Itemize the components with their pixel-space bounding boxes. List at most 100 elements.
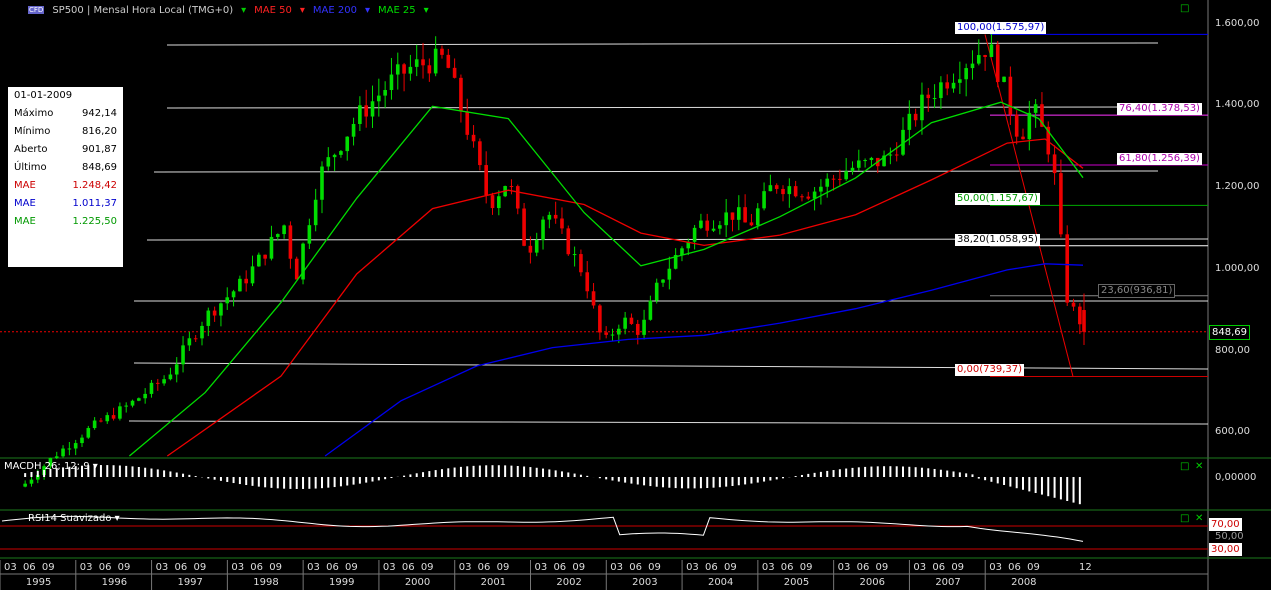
candle xyxy=(825,173,830,198)
candle xyxy=(1052,145,1057,185)
candle xyxy=(130,399,135,408)
quarter-label: 09 xyxy=(269,562,282,573)
candle xyxy=(793,180,798,198)
candle xyxy=(326,147,331,171)
candle-body xyxy=(206,310,211,326)
candle xyxy=(497,190,501,216)
candle-body xyxy=(1027,112,1032,140)
candle-body xyxy=(73,443,78,449)
maximize-icon[interactable]: □ xyxy=(1180,461,1189,472)
quarter-label: 06 xyxy=(250,562,264,573)
mae200-line[interactable] xyxy=(324,263,1084,457)
stock-chart[interactable] xyxy=(0,0,1271,590)
candle-body xyxy=(282,225,286,235)
mae50-line[interactable] xyxy=(166,138,1084,457)
chevron-down-icon[interactable]: ▾ xyxy=(241,5,246,16)
quarter-label: 09 xyxy=(420,562,434,573)
mae25-line[interactable] xyxy=(128,101,1084,457)
macd-panel-title[interactable]: MACDH 26; 12; 9 ▾ xyxy=(4,461,98,472)
rsi-panel-title[interactable]: RSI14 Suavizado ▾ xyxy=(28,513,120,524)
candle xyxy=(737,195,741,231)
candle-body xyxy=(958,79,962,83)
candle xyxy=(408,54,413,81)
candle xyxy=(1033,98,1038,128)
chevron-down-icon[interactable]: ▾ xyxy=(300,5,305,16)
infobox-row: Último 848,69 xyxy=(8,159,123,177)
infobox-value: 816,20 xyxy=(82,126,117,137)
candle xyxy=(951,73,956,93)
candle-body xyxy=(92,420,97,429)
legend-mae50[interactable]: MAE 50 xyxy=(254,5,292,16)
trend-line[interactable] xyxy=(128,420,1209,425)
candle xyxy=(857,149,861,171)
close-icon[interactable]: ✕ xyxy=(1195,461,1203,472)
trend-line[interactable] xyxy=(166,42,1159,46)
quarter-label: 06 xyxy=(629,562,642,573)
quarter-label: 06 xyxy=(22,562,36,573)
fib-label[interactable]: 38,20(1.058,95) xyxy=(955,233,1040,246)
fib-label[interactable]: 23,60(936,81) xyxy=(1098,283,1176,298)
candle-body xyxy=(86,428,91,438)
candle xyxy=(478,138,482,171)
candle-body xyxy=(155,382,160,384)
quarter-label: 09 xyxy=(193,562,207,573)
legend-mae25[interactable]: MAE 25 xyxy=(378,5,416,16)
candle-body xyxy=(465,111,470,135)
quarter-label: 03 xyxy=(610,562,624,573)
candle xyxy=(939,76,943,110)
candle-body xyxy=(585,272,590,292)
candle xyxy=(307,218,312,250)
candle-body xyxy=(452,67,457,78)
candle xyxy=(143,388,147,404)
quarter-label: 06 xyxy=(932,562,946,573)
candle-body xyxy=(187,338,192,346)
candle xyxy=(124,402,129,413)
candle-body xyxy=(244,278,248,284)
year-label: 2003 xyxy=(632,577,658,588)
candle xyxy=(187,331,192,351)
legend-mae200[interactable]: MAE 200 xyxy=(313,5,357,16)
candle-body xyxy=(1082,310,1086,332)
candle xyxy=(440,45,444,59)
candle-body xyxy=(970,63,975,69)
fib-label[interactable]: 0,00(739,37) xyxy=(955,364,1025,377)
candle xyxy=(1065,225,1070,306)
candle xyxy=(364,89,368,128)
fib-label[interactable]: 76,40(1.378,53) xyxy=(1117,103,1202,116)
infobox-row: Aberto 901,87 xyxy=(8,141,123,159)
candle-body xyxy=(768,185,773,192)
candle xyxy=(1014,110,1019,145)
symbol-icon: CFD xyxy=(28,6,45,14)
trend-line[interactable] xyxy=(133,362,1209,370)
fib-label[interactable]: 100,00(1.575,97) xyxy=(955,22,1047,35)
year-label: 2004 xyxy=(707,577,734,588)
year-label: 2008 xyxy=(1011,577,1037,588)
candle-body xyxy=(604,332,608,335)
infobox-value: 1.011,37 xyxy=(72,198,117,209)
maximize-icon[interactable]: □ xyxy=(1180,3,1189,14)
infobox-row: MAE 1.225,50 xyxy=(8,213,123,231)
quarter-label: 09 xyxy=(496,562,510,573)
chevron-down-icon[interactable]: ▾ xyxy=(424,5,429,16)
candle-body xyxy=(1033,104,1038,113)
candle xyxy=(238,275,242,292)
candle xyxy=(225,287,230,310)
candle-body xyxy=(781,188,785,195)
chevron-down-icon[interactable]: ▾ xyxy=(365,5,370,16)
candle xyxy=(629,313,634,325)
candle xyxy=(838,169,842,186)
quarter-label: 03 xyxy=(686,562,699,573)
rsi-30-label: 30,00 xyxy=(1209,543,1242,556)
close-icon[interactable]: ✕ xyxy=(1195,513,1203,524)
chart-title[interactable]: SP500 | Mensal Hora Local (TMG+0) xyxy=(52,5,233,16)
maximize-icon[interactable]: □ xyxy=(1180,513,1189,524)
candle xyxy=(964,63,968,97)
fib-label[interactable]: 50,00(1.157,67) xyxy=(955,193,1040,206)
quarter-label: 03 xyxy=(4,562,17,573)
candle-body xyxy=(1052,154,1057,174)
candle-body xyxy=(534,239,539,253)
fib-label[interactable]: 61,80(1.256,39) xyxy=(1117,153,1202,166)
candle xyxy=(86,425,91,439)
quarter-label: 06 xyxy=(780,562,794,573)
trend-line[interactable] xyxy=(153,170,1159,173)
